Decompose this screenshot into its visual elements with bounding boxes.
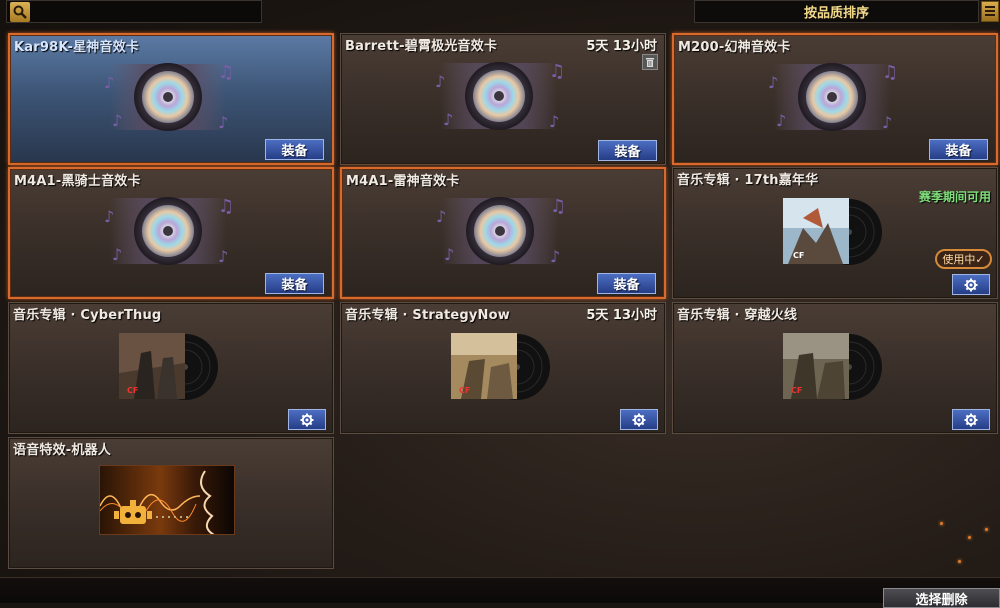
disc-icon: ♫ ♪ ♪ ♪: [104, 62, 234, 132]
gear-icon[interactable]: [952, 409, 990, 430]
equip-button[interactable]: 装备: [265, 139, 324, 160]
item-card[interactable]: M4A1-黑骑士音效卡 ♫ ♪ ♪ ♪ 装备: [8, 167, 334, 299]
ember-decoration: [958, 560, 961, 563]
svg-text:♪: ♪: [882, 113, 892, 132]
item-card[interactable]: 音乐专辑 · CyberThug CF: [8, 302, 334, 434]
gear-icon[interactable]: [288, 409, 326, 430]
season-note: 赛季期间可用: [918, 190, 991, 204]
equip-button[interactable]: 装备: [265, 273, 324, 294]
robot-icon: [99, 465, 235, 535]
item-card[interactable]: Barrett-碧霄极光音效卡 5天 13小时 ♫ ♪ ♪ ♪ 装备: [340, 33, 666, 165]
ember-decoration: [940, 522, 943, 525]
svg-text:♪: ♪: [104, 73, 114, 92]
svg-text:♪: ♪: [550, 247, 560, 266]
album-art: CF: [451, 333, 551, 401]
card-title: M4A1-雷神音效卡: [346, 174, 460, 189]
trash-icon[interactable]: [642, 54, 658, 70]
item-card[interactable]: 音乐专辑 · 穿越火线 CF: [672, 302, 998, 434]
svg-text:CF: CF: [793, 251, 804, 260]
svg-text:CF: CF: [459, 386, 470, 395]
gear-icon[interactable]: [620, 409, 658, 430]
item-card[interactable]: M4A1-雷神音效卡 ♫ ♪ ♪ ♪ 装备: [340, 167, 666, 299]
disc-icon: ♫ ♪ ♪ ♪: [768, 62, 898, 132]
svg-text:♪: ♪: [549, 112, 559, 131]
svg-text:♪: ♪: [218, 247, 228, 266]
svg-text:CF: CF: [791, 386, 802, 395]
svg-text:♫: ♫: [549, 61, 565, 82]
svg-text:♪: ♪: [112, 245, 122, 264]
select-delete-button[interactable]: 选择删除: [883, 588, 1000, 608]
svg-text:♪: ♪: [444, 245, 454, 264]
menu-icon[interactable]: [981, 1, 999, 22]
card-title: Barrett-碧霄极光音效卡: [345, 39, 498, 54]
sort-label: 按品质排序: [803, 6, 869, 21]
sort-dropdown[interactable]: 按品质排序: [694, 0, 979, 23]
equip-button[interactable]: 装备: [929, 139, 988, 160]
ember-decoration: [985, 528, 988, 531]
card-title: 音乐专辑 · 17th嘉年华: [677, 173, 819, 188]
card-title: 音乐专辑 · StrategyNow: [345, 308, 510, 323]
item-card[interactable]: 音乐专辑 · 17th嘉年华 赛季期间可用 CF 使用中✓: [672, 167, 998, 299]
svg-text:♪: ♪: [104, 207, 114, 226]
svg-text:CF: CF: [127, 386, 138, 395]
card-title: Kar98K-星神音效卡: [14, 40, 140, 55]
album-art: CF: [783, 333, 883, 401]
svg-text:♫: ♫: [218, 62, 234, 83]
svg-text:♫: ♫: [218, 196, 234, 217]
disc-icon: ♫ ♪ ♪ ♪: [104, 196, 234, 266]
equip-button[interactable]: 装备: [598, 140, 657, 161]
album-art: CF: [119, 333, 219, 401]
search-box[interactable]: [6, 0, 262, 23]
disc-icon: ♫ ♪ ♪ ♪: [435, 61, 565, 131]
card-title: M200-幻神音效卡: [678, 40, 791, 55]
svg-text:♪: ♪: [435, 72, 445, 91]
item-card[interactable]: 语音特效-机器人: [8, 437, 334, 569]
gear-icon[interactable]: [952, 274, 990, 295]
bottom-bar: [0, 577, 1000, 603]
svg-text:♫: ♫: [550, 196, 566, 217]
item-card[interactable]: 音乐专辑 · StrategyNow 5天 13小时 CF: [340, 302, 666, 434]
album-art: CF: [783, 198, 883, 266]
disc-icon: ♫ ♪ ♪ ♪: [436, 196, 566, 266]
svg-text:♫: ♫: [882, 62, 898, 83]
card-title: 音乐专辑 · CyberThug: [13, 308, 162, 323]
equip-button[interactable]: 装备: [597, 273, 656, 294]
svg-text:♪: ♪: [776, 111, 786, 130]
card-title: 音乐专辑 · 穿越火线: [677, 308, 798, 323]
expire-timer: 5天 13小时: [586, 39, 657, 54]
item-card[interactable]: M200-幻神音效卡 ♫ ♪ ♪ ♪ 装备: [672, 33, 998, 165]
search-icon[interactable]: [10, 2, 30, 22]
card-title: 语音特效-机器人: [13, 443, 111, 458]
item-card[interactable]: Kar98K-星神音效卡 ♫ ♪ ♪ ♪ 装备: [8, 33, 334, 165]
svg-text:♪: ♪: [443, 110, 453, 129]
in-use-badge: 使用中✓: [935, 249, 992, 269]
svg-text:♪: ♪: [112, 111, 122, 130]
expire-timer: 5天 13小时: [586, 308, 657, 323]
ember-decoration: [968, 536, 971, 539]
svg-text:♪: ♪: [436, 207, 446, 226]
card-title: M4A1-黑骑士音效卡: [14, 174, 141, 189]
svg-text:♪: ♪: [218, 113, 228, 132]
svg-text:♪: ♪: [768, 73, 778, 92]
